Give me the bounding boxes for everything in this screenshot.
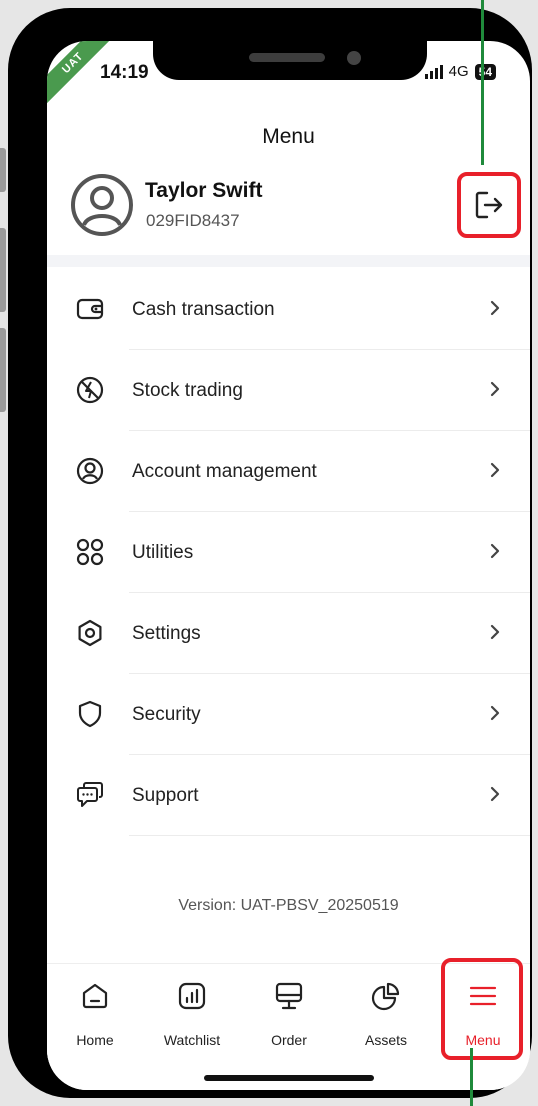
grid-icon [76,538,104,566]
phone-side-button [0,148,6,192]
tab-label: Watchlist [163,1032,221,1048]
phone-volume-down-button [0,328,6,412]
camera [347,51,361,65]
menu-item-label: Support [132,784,199,806]
phone-volume-up-button [0,228,6,312]
menu-item-cash-transaction[interactable]: Cash transaction [47,269,530,350]
menu-item-label: Stock trading [132,379,243,401]
chevron-right-icon [490,543,500,559]
tab-watchlist[interactable]: Watchlist [144,964,240,1056]
home-indicator [204,1075,374,1081]
chevron-right-icon [490,624,500,640]
annotation-line-top [481,0,484,165]
menu-item-support[interactable]: Support [47,755,530,836]
chevron-right-icon [490,300,500,316]
page-title: Menu [262,125,315,148]
app-screen: UAT 14:19 4G 54 Menu Taylor Swift 029FID… [47,41,530,1090]
wallet-icon [76,298,104,320]
menu-item-stock-trading[interactable]: Stock trading [47,350,530,431]
row-divider [129,834,530,836]
menu-item-label: Settings [132,622,201,644]
menu-item-settings[interactable]: Settings [47,593,530,674]
avatar-icon [71,174,133,236]
menu-item-label: Account management [132,460,317,482]
tab-label: Assets [364,1032,407,1048]
tab-label: Order [271,1032,307,1048]
chat-icon [77,782,103,807]
monitor-icon [275,982,303,1010]
logout-button[interactable] [457,172,521,238]
stock-trading-icon [76,376,104,404]
active-tab-highlight [441,958,523,1060]
battery-icon: 54 [474,63,496,80]
profile-account-id: 029FID8437 [146,211,240,230]
shield-icon [78,700,102,728]
tab-assets[interactable]: Assets [338,964,434,1056]
menu-item-label: Cash transaction [132,298,275,320]
chevron-right-icon [490,705,500,721]
menu-item-utilities[interactable]: Utilities [47,512,530,593]
annotation-line-bottom [470,1048,473,1106]
user-circle-icon [76,457,104,485]
chevron-right-icon [490,786,500,802]
phone-frame: UAT 14:19 4G 54 Menu Taylor Swift 029FID… [8,8,532,1098]
home-icon [82,983,108,1009]
tab-order[interactable]: Order [241,964,337,1056]
pie-chart-icon [371,982,400,1011]
status-indicators: 4G 54 [424,63,496,80]
menu-item-label: Security [132,703,201,725]
network-type: 4G [448,63,469,80]
logout-icon [475,191,503,219]
profile-section: Taylor Swift 029FID8437 [47,169,530,255]
status-time: 14:19 [100,62,149,83]
tab-home[interactable]: Home [47,964,143,1056]
tab-label: Home [76,1032,114,1048]
hexagon-settings-icon [78,619,102,647]
chevron-right-icon [490,462,500,478]
menu-list: Cash transaction Stock trading Account m… [47,269,530,836]
app-version: Version: UAT-PBSV_20250519 [178,897,399,914]
watchlist-icon [178,982,206,1010]
signal-icon [424,64,443,79]
speaker [249,53,325,62]
chevron-right-icon [490,381,500,397]
menu-item-security[interactable]: Security [47,674,530,755]
menu-item-label: Utilities [132,541,194,563]
bottom-tab-bar: Home Watchlist Order Assets Menu [47,958,530,1090]
profile-name: Taylor Swift [145,179,263,202]
phone-notch [153,16,427,80]
section-divider [47,255,530,267]
menu-item-account-management[interactable]: Account management [47,431,530,512]
